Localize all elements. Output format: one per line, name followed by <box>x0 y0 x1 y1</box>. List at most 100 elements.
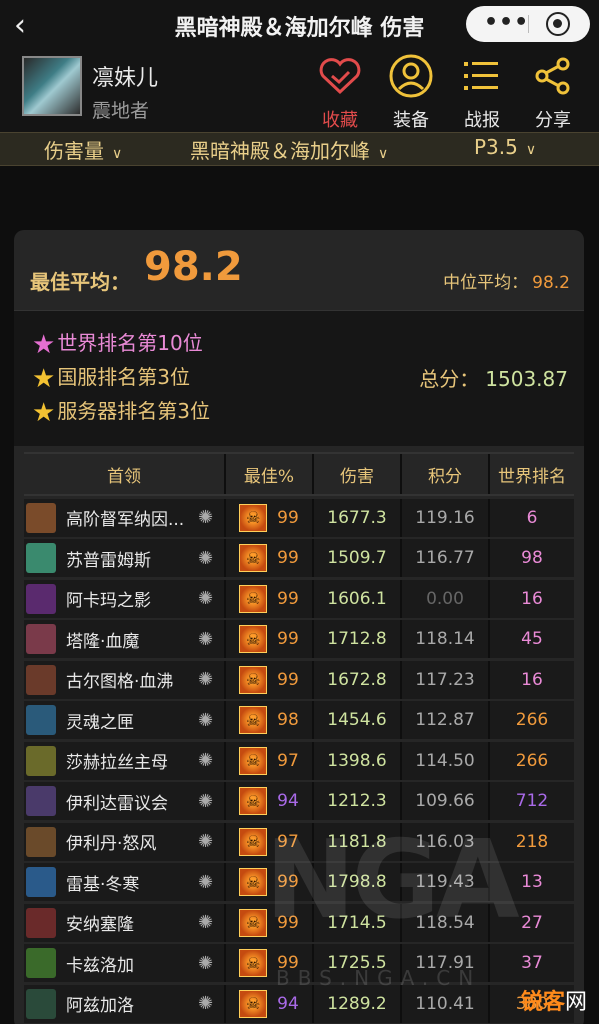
score: 116.77 <box>402 539 490 577</box>
loading-spinner-icon: ✺ <box>198 709 214 731</box>
total-score: 总分： 1503.87 <box>419 363 568 392</box>
share-button[interactable]: 分享 <box>523 48 583 132</box>
close-target-icon[interactable] <box>546 12 570 36</box>
world-rank: ★ 世界排名第10位 <box>32 327 203 360</box>
best-average-value: 98.2 <box>144 244 243 290</box>
boss-name: 塔隆·血魔 <box>66 631 140 652</box>
table-row[interactable]: 苏普雷姆斯 ✺ ☠ 99 1509.7 116.77 98 <box>24 539 574 577</box>
table-body: 高阶督军纳因... ✺ ☠ 99 1677.3 119.16 6 苏普雷姆斯 ✺ ☠ 99 1509.… <box>24 498 574 1023</box>
star-icon: ★ <box>32 330 56 360</box>
raid-value: 黑暗神殿＆海加尔峰 <box>190 139 370 163</box>
nga-watermark-url: BBS.NGA.CN <box>276 966 482 990</box>
damage: 1212.3 <box>314 782 402 820</box>
boss-portrait <box>26 502 56 533</box>
person-icon <box>381 48 441 104</box>
damage: 1712.8 <box>314 620 402 658</box>
loading-spinner-icon: ✺ <box>198 588 214 609</box>
world-rank-value: 37 <box>521 953 543 973</box>
boss-name: 莎赫拉丝主母 <box>66 753 168 773</box>
table-row[interactable]: 伊利达雷议会 ✺ ☠ 94 1212.3 109.66 712 <box>24 782 574 820</box>
skull-icon: ☠ <box>239 908 268 937</box>
best-pct-cell: ☠ 98 <box>226 701 314 739</box>
share-icon <box>523 48 583 104</box>
boss-name: 伊利达雷议会 <box>66 793 168 814</box>
raid-dropdown[interactable]: 黑暗神殿＆海加尔峰 ∨ <box>190 135 388 164</box>
phase-dropdown[interactable]: P3.5 ∨ <box>474 135 536 159</box>
damage: 1289.2 <box>314 984 402 1023</box>
table-row[interactable]: 阿兹加洛 ✺ ☠ 94 1289.2 110.41 380 <box>24 984 574 1023</box>
chevron-down-icon: ∨ <box>112 146 123 162</box>
score: 117.23 <box>402 660 490 699</box>
boss-name: 高阶督军纳因... <box>66 510 185 530</box>
skull-icon: ☠ <box>239 746 268 775</box>
table-row[interactable]: 古尔图格·血沸 ✺ ☠ 99 1672.8 117.23 16 <box>24 660 574 699</box>
best-pct: 97 <box>277 750 299 771</box>
boss-cell: 阿卡玛之影 ✺ <box>24 579 226 618</box>
skull-icon: ☠ <box>239 989 268 1018</box>
equipment-label: 装备 <box>393 110 429 131</box>
table-row[interactable]: 塔隆·血魔 ✺ ☠ 99 1712.8 118.14 45 <box>24 620 574 658</box>
more-icon[interactable]: ••• <box>484 10 529 35</box>
boss-name: 古尔图格·血沸 <box>66 672 174 692</box>
loading-spinner-icon: ✺ <box>198 871 214 893</box>
boss-cell: 古尔图格·血沸 ✺ <box>24 660 226 699</box>
skull-icon: ☠ <box>239 503 268 532</box>
boss-portrait <box>26 624 56 654</box>
best-pct: 99 <box>277 629 299 649</box>
best-pct-cell: ☠ 99 <box>226 620 314 658</box>
best-pct-cell: ☠ 99 <box>226 539 314 577</box>
boss-name: 雷基·冬寒 <box>66 874 140 895</box>
median-average: 中位平均： 98.2 <box>443 268 570 293</box>
table-row[interactable]: 莎赫拉丝主母 ✺ ☠ 97 1398.6 114.50 266 <box>24 741 574 780</box>
boss-cell: 伊利丹·怒风 ✺ <box>24 822 226 861</box>
star-icon: ★ <box>32 364 56 394</box>
world-rank-text: 世界排名第10位 <box>57 331 203 355</box>
world-rank-value: 712 <box>515 791 549 811</box>
phase-value: P3.5 <box>474 135 518 159</box>
header-damage: 伤害 <box>314 454 402 494</box>
boss-cell: 安纳塞隆 ✺ <box>24 903 226 942</box>
favorite-label: 收藏 <box>322 110 358 131</box>
boss-name: 苏普雷姆斯 <box>66 550 151 571</box>
score: 0.00 <box>402 579 490 618</box>
boss-portrait <box>26 786 56 816</box>
damage: 1672.8 <box>314 660 402 699</box>
chevron-down-icon: ∨ <box>378 146 389 162</box>
table-row[interactable]: 灵魂之匣 ✺ ☠ 98 1454.6 112.87 266 <box>24 701 574 739</box>
best-pct: 99 <box>277 548 299 568</box>
best-pct: 94 <box>277 791 299 811</box>
filter-bar: 伤害量 ∨ 黑暗神殿＆海加尔峰 ∨ P3.5 ∨ <box>0 132 599 166</box>
equipment-button[interactable]: 装备 <box>381 48 441 132</box>
boss-portrait <box>26 543 56 573</box>
boss-cell: 灵魂之匣 ✺ <box>24 701 226 739</box>
world-rank-value: 6 <box>526 507 538 528</box>
boss-cell: 塔隆·血魔 ✺ <box>24 620 226 658</box>
table-row[interactable]: 高阶督军纳因... ✺ ☠ 99 1677.3 119.16 6 <box>24 498 574 537</box>
server-rank-text: 服务器排名第3位 <box>57 399 211 423</box>
table-row[interactable]: 阿卡玛之影 ✺ ☠ 99 1606.1 0.00 16 <box>24 579 574 618</box>
skull-icon: ☠ <box>239 868 268 896</box>
header-score: 积分 <box>402 454 490 494</box>
score: 118.14 <box>402 620 490 658</box>
score: 110.41 <box>402 984 490 1023</box>
world-rank-value: 266 <box>515 710 549 730</box>
world-rank-value: 98 <box>521 548 543 568</box>
site-watermark: 锐客网 <box>521 984 587 1016</box>
total-value: 1503.87 <box>485 367 568 391</box>
median-value: 98.2 <box>532 273 570 293</box>
loading-spinner-icon: ✺ <box>198 628 214 650</box>
best-pct: 98 <box>277 710 299 730</box>
world-rank-value: 45 <box>521 629 543 649</box>
site-brand: 锐客 <box>520 990 565 1015</box>
best-pct-cell: ☠ 99 <box>226 579 314 618</box>
chevron-down-icon: ∨ <box>525 142 537 158</box>
star-icon: ★ <box>32 398 56 428</box>
best-pct: 94 <box>277 993 299 1014</box>
report-button[interactable]: 战报 <box>452 48 512 132</box>
loading-spinner-icon: ✺ <box>198 790 214 812</box>
boss-name: 伊利丹·怒风 <box>66 834 157 854</box>
favorite-button[interactable]: 收藏 <box>310 48 370 132</box>
best-pct-cell: ☠ 94 <box>226 782 314 820</box>
loading-spinner-icon: ✺ <box>198 912 214 933</box>
metric-dropdown[interactable]: 伤害量 ∨ <box>44 135 122 164</box>
